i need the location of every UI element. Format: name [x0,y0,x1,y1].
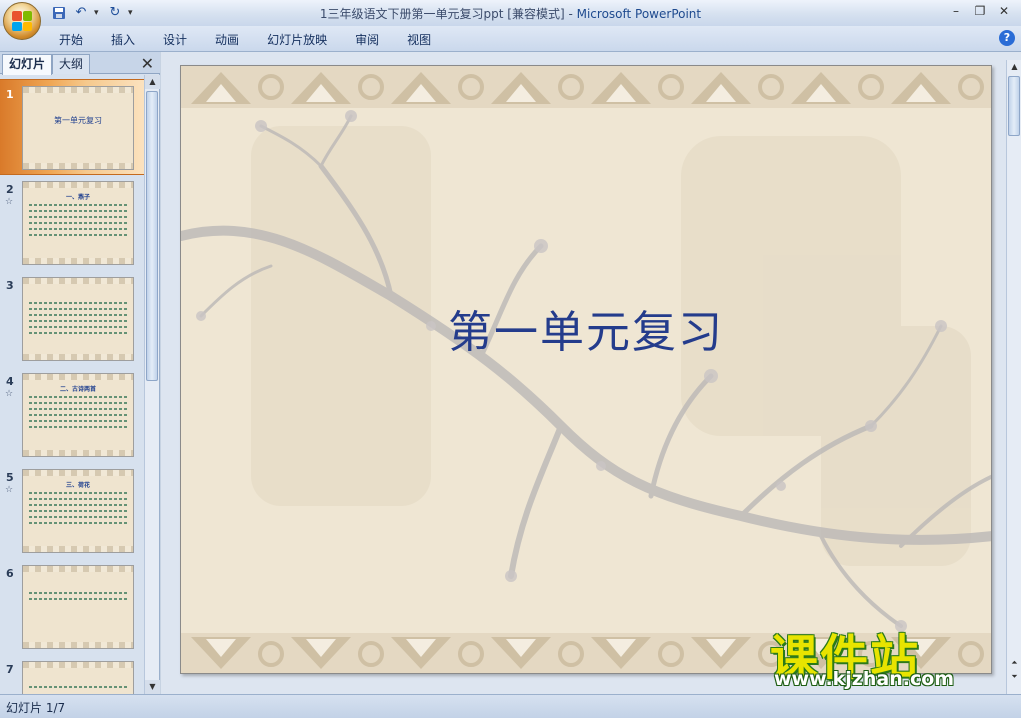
thumbnail-image: 二、古诗两首 [22,373,134,457]
tab-outline[interactable]: 大纲 [52,54,91,74]
slide-thumbnail-7[interactable]: 7 [0,655,144,694]
scroll-thumb[interactable] [146,91,158,381]
slide-number: 3 [6,279,14,292]
slide-number: 1 [6,88,14,101]
thumbnail-image [22,565,134,649]
slide-editor: 第一单元复习 ▲ ⏶ ⏷ [161,52,1021,694]
title-separator: - [564,7,577,21]
thumbnail-image: 第一单元复习 [22,86,134,170]
thumbnail-image: 一、燕子 [22,181,134,265]
animation-icon: ☆ [5,197,14,207]
watermark-url: www.kjzhan.com [774,668,955,690]
slide-number: 2 [6,183,14,196]
slide-number: 6 [6,567,14,580]
slide-thumbnail-1[interactable]: 1 第一单元复习 [0,79,144,175]
slide-thumbnail-4[interactable]: 4 ☆ 二、古诗两首 [0,367,144,463]
close-pane-icon[interactable]: ✕ [141,54,154,73]
status-bar: 幻灯片 1/7 [0,694,1021,718]
restore-icon[interactable]: ❐ [969,2,991,20]
slide-thumbnail-6[interactable]: 6 [0,559,144,655]
thumbnail-image [22,661,134,694]
slide-title[interactable]: 第一单元复习 [181,296,991,360]
scroll-up-icon[interactable]: ▲ [145,75,160,89]
slides-pane: 幻灯片 大纲 ✕ 1 第一单元复习 2 ☆ 一、燕子 3 4 ☆ 二、古诗两首 … [0,52,160,694]
app-name: Microsoft PowerPoint [576,7,702,21]
minimize-icon[interactable]: – [945,2,967,20]
tab-slides[interactable]: 幻灯片 [2,54,53,75]
slide-thumbnail-2[interactable]: 2 ☆ 一、燕子 [0,175,144,271]
thumbnail-image: 三、荷花 [22,469,134,553]
window-controls: – ❐ ✕ [945,2,1015,20]
slide-thumbnail-5[interactable]: 5 ☆ 三、荷花 [0,463,144,559]
office-logo-icon [12,11,32,31]
animation-icon: ☆ [5,389,14,399]
ribbon-tabs: 开始 插入 设计 动画 幻灯片放映 审阅 视图 ? [0,26,1021,52]
tab-design[interactable]: 设计 [152,30,198,50]
thumbnails-scrollbar[interactable]: ▲ ▼ [144,75,160,694]
tab-animations[interactable]: 动画 [204,30,250,50]
slide-thumbnails: 1 第一单元复习 2 ☆ 一、燕子 3 4 ☆ 二、古诗两首 5 ☆ 三、荷花 … [0,75,144,694]
animation-icon: ☆ [5,485,14,495]
document-title: 1三年级语文下册第一单元复习ppt [兼容模式] [319,7,565,21]
help-icon[interactable]: ? [999,30,1015,46]
tab-insert[interactable]: 插入 [100,30,146,50]
tab-home[interactable]: 开始 [48,30,94,50]
tab-view[interactable]: 视图 [396,30,442,50]
thumbnail-image [22,277,134,361]
scroll-down-icon[interactable]: ▼ [145,680,160,694]
slide-indicator: 幻灯片 1/7 [6,701,66,715]
slide-thumbnail-3[interactable]: 3 [0,271,144,367]
slide-number: 5 [6,471,14,484]
slide-background [181,66,991,673]
slide-number: 4 [6,375,14,388]
title-bar: ↶ ▾ ↻ ▾ 1三年级语文下册第一单元复习ppt [兼容模式] - Micro… [0,0,1021,40]
current-slide[interactable]: 第一单元复习 [180,65,992,674]
office-button[interactable] [3,2,41,40]
thumbnail-title: 第一单元复习 [54,116,102,125]
scroll-thumb[interactable] [1008,76,1020,136]
scroll-up-icon[interactable]: ▲ [1007,60,1021,74]
slide-scrollbar[interactable]: ▲ ⏶ ⏷ [1006,60,1021,694]
window-title: 1三年级语文下册第一单元复习ppt [兼容模式] - Microsoft Pow… [0,5,1021,22]
slide-number: 7 [6,663,14,676]
site-watermark: 课件站 www.kjzhan.com [770,622,1010,692]
close-icon[interactable]: ✕ [993,2,1015,20]
pane-tabs: 幻灯片 大纲 ✕ [0,52,160,75]
tab-review[interactable]: 审阅 [344,30,390,50]
tab-slideshow[interactable]: 幻灯片放映 [256,30,338,50]
